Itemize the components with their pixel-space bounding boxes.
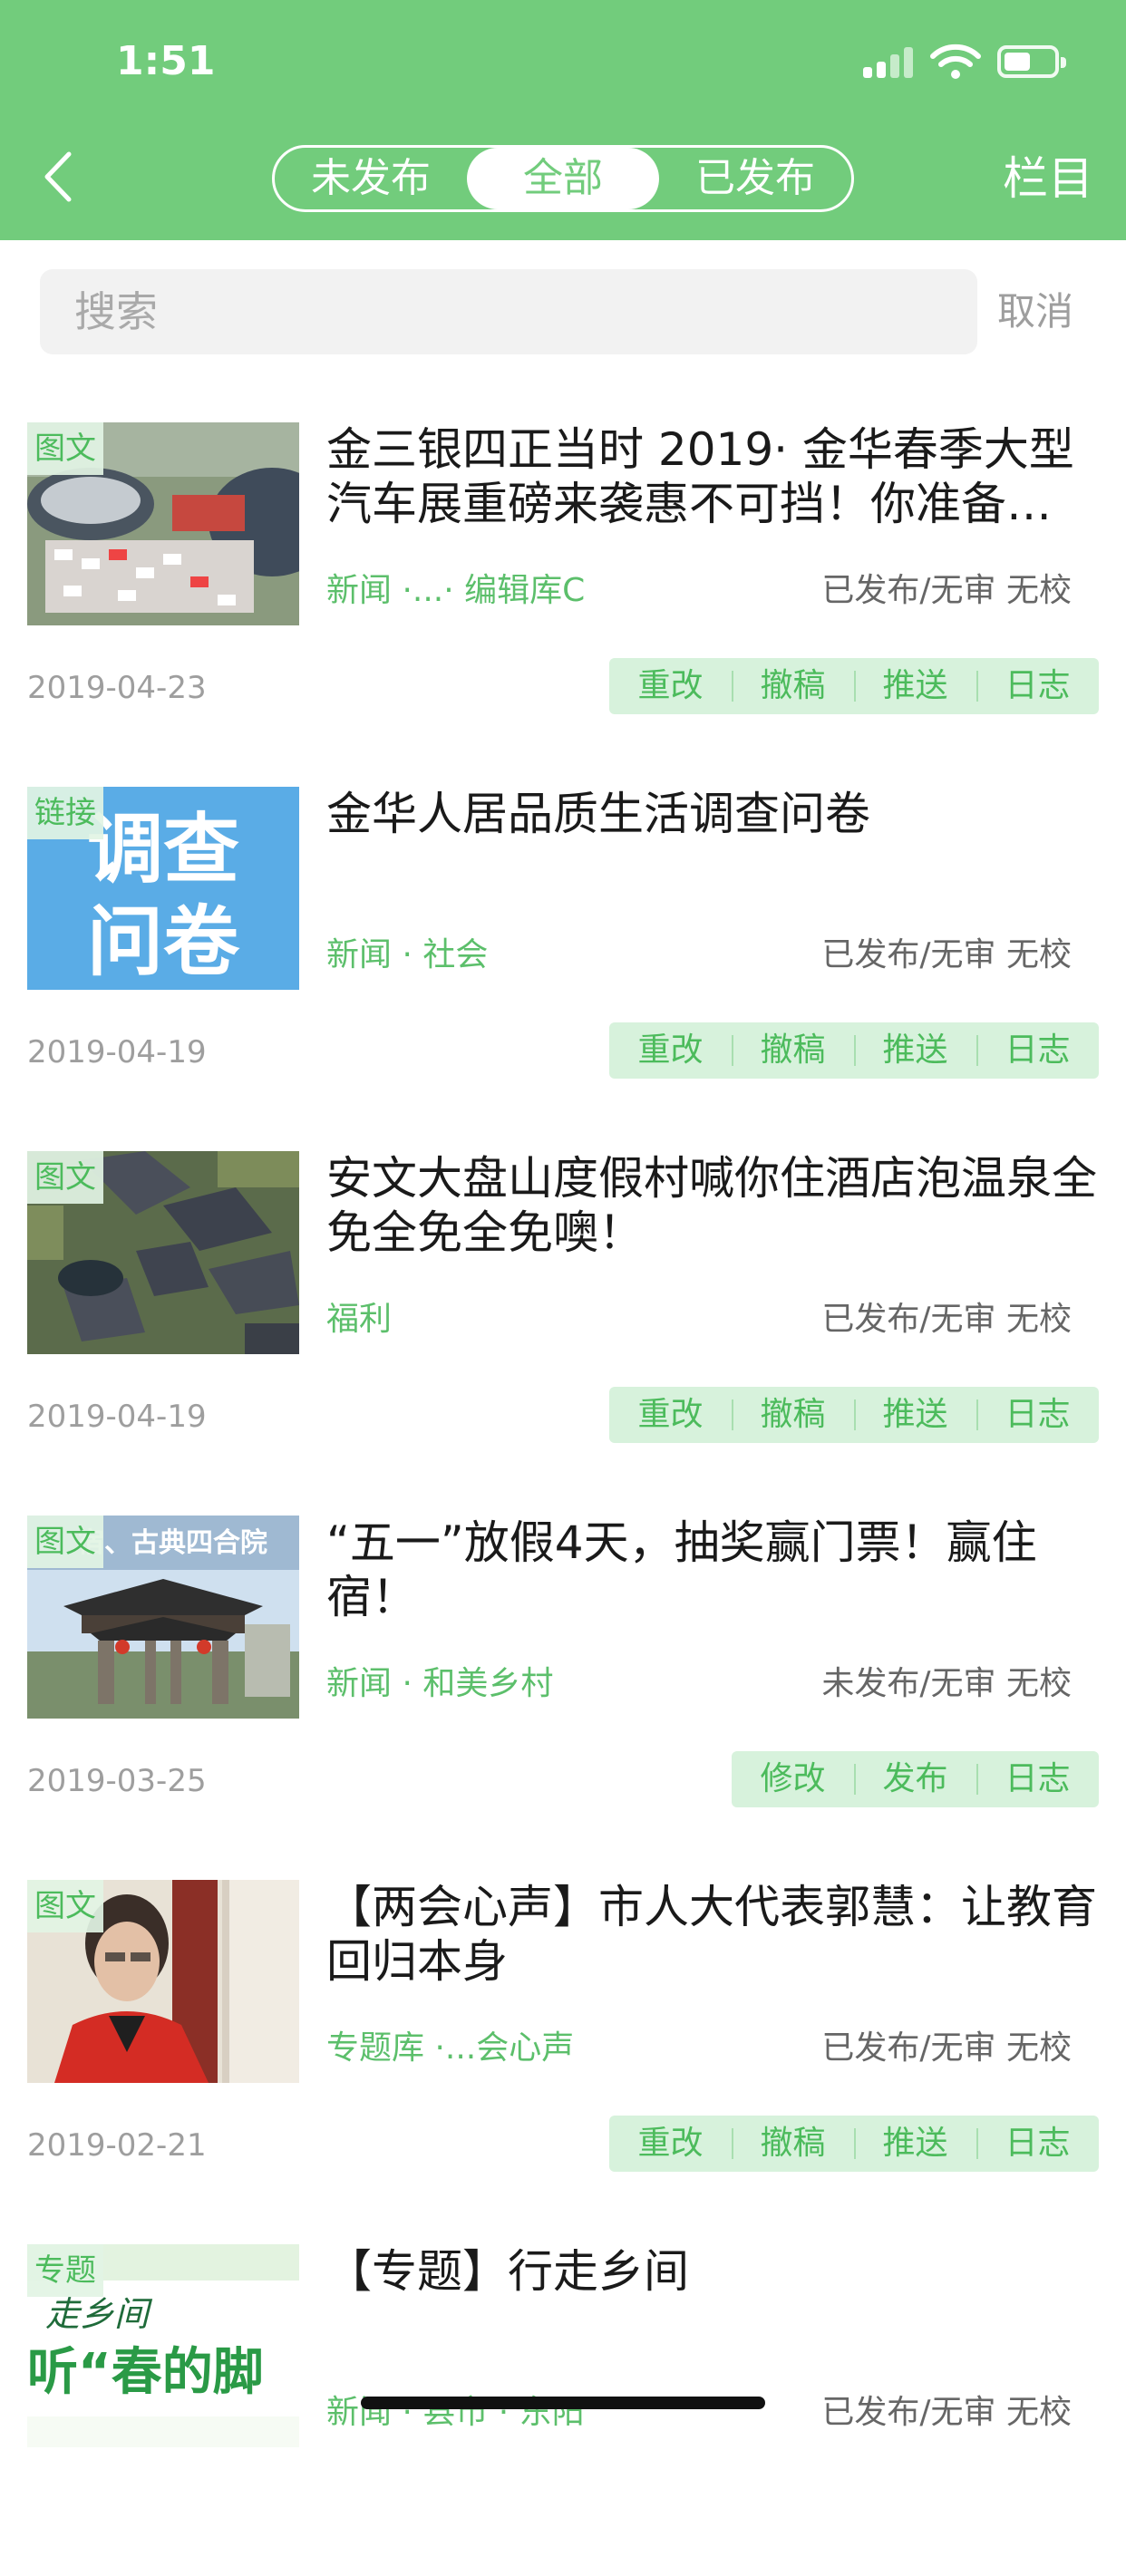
article-category: 新闻 · 社会 <box>326 936 489 973</box>
log-button[interactable]: 日志 <box>976 1387 1099 1443</box>
thumbnail-text: 宿、古典四合院 <box>77 1527 267 1559</box>
article-title[interactable]: “五一”放假4天，抽奖赢门票！赢住宿！ <box>326 1516 1097 1624</box>
article-type-tag: 图文 <box>27 1151 103 1204</box>
edit-again-button[interactable]: 重改 <box>609 2116 732 2172</box>
list-item[interactable]: 调查 问卷 链接 金华人居品质生活调查问卷 新闻 · 社会 已发布/无审 无校 … <box>0 754 1126 1119</box>
article-date: 2019-02-21 <box>27 2127 207 2164</box>
top-nav-bar: 1:51 未发布 全部 已发布 栏目 <box>0 0 1126 240</box>
article-date: 2019-04-23 <box>27 670 207 706</box>
list-item[interactable]: 走乡间 听“春的脚 专题 【专题】行走乡间 新闻 · 县市 · 东阳 已发布/无… <box>0 2212 1126 2576</box>
withdraw-button[interactable]: 撤稿 <box>732 658 854 714</box>
withdraw-button[interactable]: 撤稿 <box>732 1022 854 1079</box>
battery-icon <box>997 45 1066 78</box>
segment-published[interactable]: 已发布 <box>659 148 851 209</box>
list-item[interactable]: 宿、古典四合院 图文 “五一”放假4天，抽奖赢门票！赢住宿！ 新闻 · 和美乡村… <box>0 1483 1126 1847</box>
publish-filter-segment: 未发布 全部 已发布 <box>272 145 854 212</box>
push-button[interactable]: 推送 <box>854 1387 976 1443</box>
log-button[interactable]: 日志 <box>976 1022 1099 1079</box>
article-title[interactable]: 【专题】行走乡间 <box>326 2244 1097 2299</box>
publish-button[interactable]: 发布 <box>854 1751 976 1807</box>
search-bar: 取消 <box>0 240 1126 376</box>
article-list: 图文 金三银四正当时 2019· 金华春季大型汽车展重磅来袭惠不可挡！你准备… … <box>0 390 1126 2576</box>
thumbnail-text: 调查 <box>87 805 239 894</box>
list-item[interactable]: 图文 金三银四正当时 2019· 金华春季大型汽车展重磅来袭惠不可挡！你准备… … <box>0 390 1126 754</box>
article-actions: 修改 发布 日志 <box>732 1751 1099 1807</box>
log-button[interactable]: 日志 <box>976 658 1099 714</box>
thumbnail-text: 听“春的脚 <box>27 2343 264 2402</box>
push-button[interactable]: 推送 <box>854 1022 976 1079</box>
back-button[interactable] <box>36 145 82 208</box>
article-type-tag: 专题 <box>27 2244 103 2297</box>
article-date: 2019-04-19 <box>27 1034 207 1070</box>
article-category: 新闻 · 和美乡村 <box>326 1665 554 1702</box>
article-title[interactable]: 【两会心声】市人大代表郭慧：让教育回归本身 <box>326 1880 1097 1989</box>
article-date: 2019-04-19 <box>27 1399 207 1435</box>
segment-unpublished[interactable]: 未发布 <box>275 148 467 209</box>
article-date: 2019-03-25 <box>27 1763 207 1799</box>
article-status: 未发布/无审 无校 <box>821 1665 1072 1702</box>
article-type-tag: 链接 <box>27 787 103 839</box>
article-actions: 重改 撤稿 推送 日志 <box>609 2116 1099 2172</box>
column-button[interactable]: 栏目 <box>1003 145 1093 212</box>
article-actions: 重改 撤稿 推送 日志 <box>609 658 1099 714</box>
edit-again-button[interactable]: 重改 <box>609 1387 732 1443</box>
article-status: 已发布/无审 无校 <box>821 936 1072 973</box>
article-category: 福利 <box>326 1301 393 1338</box>
modify-button[interactable]: 修改 <box>732 1751 854 1807</box>
search-input[interactable] <box>40 269 977 354</box>
segment-all[interactable]: 全部 <box>467 148 659 209</box>
cellular-signal-icon <box>863 47 917 78</box>
status-time: 1:51 <box>116 38 216 84</box>
article-status: 已发布/无审 无校 <box>821 1301 1072 1338</box>
edit-again-button[interactable]: 重改 <box>609 658 732 714</box>
log-button[interactable]: 日志 <box>976 2116 1099 2172</box>
article-type-tag: 图文 <box>27 422 103 475</box>
search-box <box>40 269 977 354</box>
article-title[interactable]: 金华人居品质生活调查问卷 <box>326 787 1097 841</box>
log-button[interactable]: 日志 <box>976 1751 1099 1807</box>
article-actions: 重改 撤稿 推送 日志 <box>609 1387 1099 1443</box>
push-button[interactable]: 推送 <box>854 2116 976 2172</box>
article-title[interactable]: 安文大盘山度假村喊你住酒店泡温泉全免全免全免噢！ <box>326 1151 1097 1260</box>
thumbnail-text: 问卷 <box>87 897 240 986</box>
article-status: 已发布/无审 无校 <box>821 572 1072 609</box>
article-category: 专题库 ·...会心声 <box>326 2029 575 2067</box>
wifi-icon <box>930 44 981 79</box>
list-item[interactable]: 图文 【两会心声】市人大代表郭慧：让教育回归本身 专题库 ·...会心声 已发布… <box>0 1847 1126 2212</box>
article-category: 新闻 ·...· 编辑库C <box>326 572 586 609</box>
withdraw-button[interactable]: 撤稿 <box>732 2116 854 2172</box>
article-type-tag: 图文 <box>27 1880 103 1932</box>
home-indicator <box>361 2397 765 2409</box>
article-title[interactable]: 金三银四正当时 2019· 金华春季大型汽车展重磅来袭惠不可挡！你准备… <box>326 422 1097 531</box>
push-button[interactable]: 推送 <box>854 658 976 714</box>
thumbnail-text: 走乡间 <box>45 2294 153 2334</box>
article-status: 已发布/无审 无校 <box>821 2394 1072 2431</box>
withdraw-button[interactable]: 撤稿 <box>732 1387 854 1443</box>
list-item[interactable]: 图文 安文大盘山度假村喊你住酒店泡温泉全免全免全免噢！ 福利 已发布/无审 无校… <box>0 1119 1126 1483</box>
edit-again-button[interactable]: 重改 <box>609 1022 732 1079</box>
article-type-tag: 图文 <box>27 1516 103 1568</box>
article-status: 已发布/无审 无校 <box>821 2029 1072 2067</box>
cancel-button[interactable]: 取消 <box>997 269 1073 354</box>
article-actions: 重改 撤稿 推送 日志 <box>609 1022 1099 1079</box>
